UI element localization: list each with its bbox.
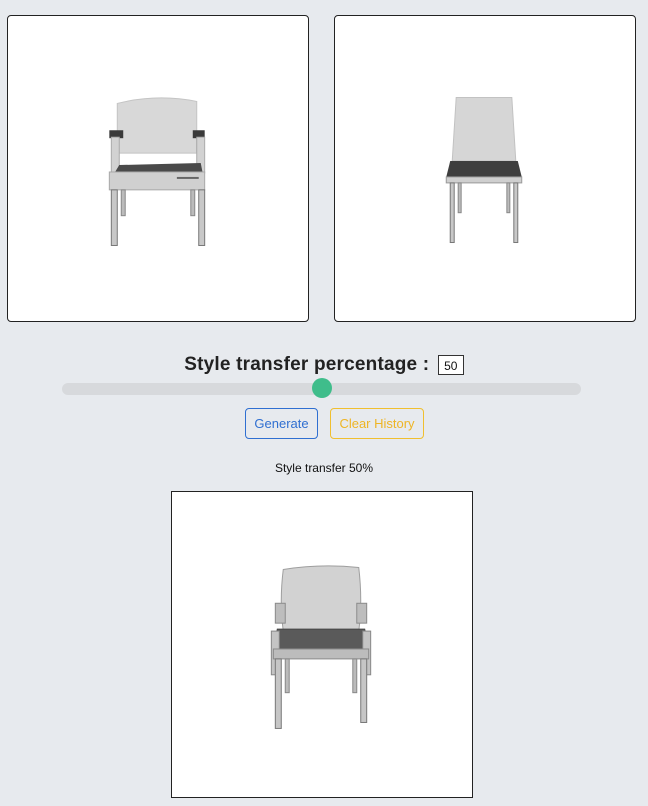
target-chair-panel <box>334 15 636 322</box>
style-transfer-slider-thumb[interactable] <box>311 378 332 398</box>
source-chair-render <box>108 97 206 246</box>
source-chair-panel <box>7 15 309 322</box>
slider-title: Style transfer percentage : <box>184 354 430 375</box>
result-chair-panel <box>171 491 473 798</box>
generate-button[interactable]: Generate <box>245 408 318 439</box>
slider-label-row: Style transfer percentage : 50 <box>0 354 648 378</box>
result-caption: Style transfer 50% <box>274 461 374 475</box>
style-transfer-page: Style transfer percentage : 50 Generate … <box>0 0 648 806</box>
target-chair-render <box>445 96 523 244</box>
clear-history-button[interactable]: Clear History <box>330 408 424 439</box>
result-chair-render <box>270 565 372 729</box>
percentage-value-box[interactable]: 50 <box>437 355 464 375</box>
